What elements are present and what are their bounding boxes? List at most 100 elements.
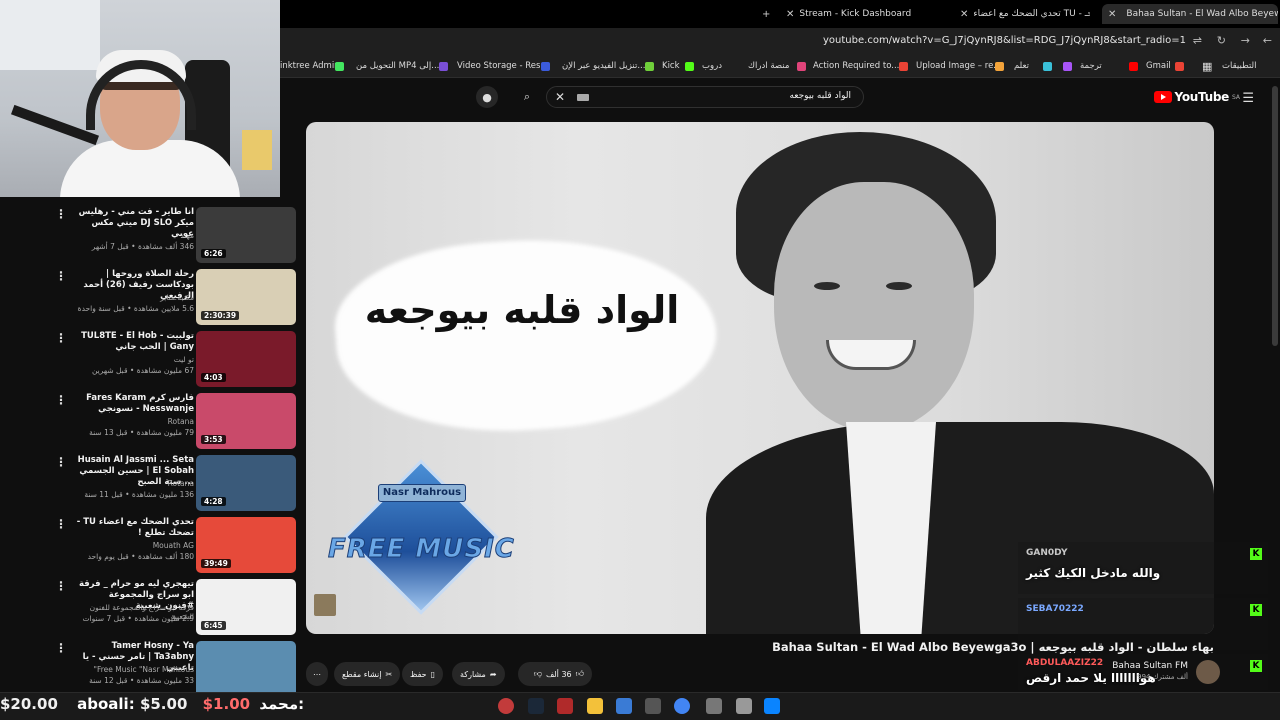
- rec-channel: Mouath AG: [152, 541, 194, 550]
- url-field[interactable]: youtube.com/watch?v=G_J7jQynRJ8&list=RDG…: [823, 35, 1186, 46]
- tune-icon[interactable]: ⇌: [1193, 34, 1202, 47]
- rec-duration: 4:28: [201, 497, 226, 506]
- youtube-logo[interactable]: YouTube SA: [1153, 90, 1240, 104]
- tab-kick-dashboard[interactable]: ✕ Stream - Kick Dashboard: [786, 4, 936, 24]
- share-button[interactable]: ➦ مشاركة: [452, 662, 505, 686]
- rec-meta: 2.9 مليون مشاهدة • قبل 7 سنوات: [82, 614, 194, 623]
- bookmark-item[interactable]: تعلم: [1014, 61, 1029, 71]
- bookmark-item[interactable]: Action Required to...: [813, 61, 899, 71]
- logo-text: FREE MUSIC: [328, 534, 515, 565]
- search-icon[interactable]: ⌕: [516, 86, 538, 108]
- record-icon[interactable]: [498, 698, 514, 714]
- bookmark-item[interactable]: Video Storage - Res...: [457, 61, 549, 71]
- channel-info[interactable]: Bahaa Sultan FM 994 ألف مشترك: [1070, 660, 1220, 684]
- new-tab-button[interactable]: +: [762, 4, 770, 24]
- like-icon[interactable]: 👍︎: [576, 669, 584, 679]
- bookmark-item[interactable]: Gmail: [1146, 61, 1171, 71]
- bookmark-item[interactable]: Kick: [662, 61, 680, 71]
- tab-label: Bahaa Sultan - El Wad Albo Beyewga3o: [1126, 9, 1278, 19]
- rec-title: فارس كرم Fares Karam Nesswanje - نسونجي: [86, 393, 194, 414]
- ticker-amount: $1.00: [202, 695, 251, 713]
- more-options-icon[interactable]: ⋮: [55, 269, 67, 283]
- close-icon[interactable]: ✕: [960, 9, 968, 20]
- bookmark-item[interactable]: دروب: [702, 61, 722, 71]
- chrome-icon[interactable]: [674, 698, 690, 714]
- kick-icon: [685, 62, 694, 71]
- more-options-icon[interactable]: ⋮: [55, 517, 67, 531]
- list-item[interactable]: ⋮ تحدي الضحك مع اعضاء TU - تضحك تطلع ! M…: [0, 507, 300, 573]
- bookmark-item[interactable]: inktree Admin: [280, 61, 340, 71]
- rec-duration: 6:45: [201, 621, 226, 630]
- rec-meta: 136 مليون مشاهدة • قبل 11 سنة: [84, 490, 194, 499]
- back-icon[interactable]: ←: [1263, 34, 1272, 47]
- list-item[interactable]: ⋮ رحلة الصلاة وروحها | بودكاست رفيف (26)…: [0, 259, 300, 325]
- video-title: Bahaa Sultan - El Wad Albo Beyewga3o | ب…: [772, 640, 1214, 654]
- bookmark-item[interactable]: Upload Image – re...: [916, 61, 1001, 71]
- tab-active-video[interactable]: ✕ Bahaa Sultan - El Wad Albo Beyewga3o: [1102, 4, 1278, 24]
- reload-icon[interactable]: ↻: [1217, 34, 1226, 47]
- screen: + ✕ Stream - Kick Dashboard ✕ تحدي الضحك…: [0, 0, 1280, 720]
- list-item[interactable]: ⋮ فارس كرم Fares Karam Nesswanje - نسونج…: [0, 383, 300, 449]
- kick-icon: K: [1250, 604, 1262, 616]
- list-item[interactable]: ⋮ تولبيت - TUL8TE - El Hob Gany | الحب ج…: [0, 321, 300, 387]
- save-label: حفظ: [410, 669, 427, 679]
- close-icon[interactable]: ✕: [1108, 9, 1116, 20]
- chat-message: GAN0DY K والله مادخل الكيك كثير: [1018, 542, 1268, 594]
- more-actions-button[interactable]: ⋯: [306, 662, 328, 686]
- steam-icon[interactable]: [528, 698, 544, 714]
- channel-name[interactable]: Bahaa Sultan FM: [1112, 661, 1188, 671]
- like-dislike-group[interactable]: 👍︎ 36 ألف 👎︎: [518, 662, 592, 686]
- more-options-icon[interactable]: ⋮: [55, 331, 67, 345]
- menu-icon[interactable]: ☰: [1242, 91, 1254, 106]
- voicemod-icon[interactable]: [557, 698, 573, 714]
- tab-youtube-tu[interactable]: ✕ تحدي الضحك مع اعضاء TU - تحـ: [960, 4, 1090, 24]
- list-item[interactable]: ⋮ Husain Al Jassmi ... Seta El Sobah | ح…: [0, 445, 300, 511]
- more-options-icon[interactable]: ⋮: [55, 393, 67, 407]
- avatar[interactable]: [1196, 660, 1220, 684]
- list-item[interactable]: ⋮ Tamer Hosny - Ya Ta3abny | تامر حسني -…: [0, 631, 300, 692]
- rec-duration: 6:26: [201, 249, 226, 258]
- app-icon[interactable]: [706, 698, 722, 714]
- scrollbar[interactable]: [1272, 86, 1278, 346]
- folder-icon[interactable]: [587, 698, 603, 714]
- bookmark-icon: ▯: [430, 669, 435, 679]
- bookmark-item[interactable]: منصة ادراك: [748, 61, 789, 71]
- close-icon[interactable]: ✕: [786, 9, 794, 20]
- bookmark-item[interactable]: التحويل من MP4 إلى...: [356, 61, 439, 71]
- rec-title: تولبيت - TUL8TE - El Hob Gany | الحب جان…: [81, 331, 194, 352]
- bookmark-item[interactable]: تنزيل الفيديو عبر الإن...: [562, 61, 645, 71]
- app-icon[interactable]: [736, 698, 752, 714]
- video-overlay-title: الواد قلبه بيوجعه: [364, 288, 680, 332]
- save-button[interactable]: ▯ حفظ: [402, 662, 443, 686]
- search-input[interactable]: ✕ الواد قلبه بيوجعه: [546, 86, 864, 108]
- chat-username: GAN0DY: [1026, 548, 1068, 558]
- rec-meta: 79 مليون مشاهدة • قبل 13 سنة: [89, 428, 194, 437]
- bookmark-item[interactable]: التطبيقات: [1222, 61, 1257, 71]
- donation-ticker: $20.00 aboali: $5.00 $1.00 محمد:: [0, 695, 304, 713]
- more-options-icon[interactable]: ⋮: [55, 207, 67, 221]
- kick-icon: K: [1250, 660, 1262, 672]
- store-icon[interactable]: [616, 698, 632, 714]
- gmail-icon: [899, 62, 908, 71]
- more-options-icon[interactable]: ⋮: [55, 641, 67, 655]
- share-label: مشاركة: [460, 669, 486, 679]
- windows-icon[interactable]: [764, 698, 780, 714]
- keyboard-icon[interactable]: [577, 94, 589, 101]
- forward-icon[interactable]: →: [1241, 34, 1250, 47]
- rec-thumbnail[interactable]: [196, 641, 296, 692]
- bookmark-item[interactable]: ترجمة: [1080, 61, 1102, 71]
- clear-icon[interactable]: ✕: [555, 90, 565, 104]
- rec-title: تحدي الضحك مع اعضاء TU - تضحك تطلع !: [76, 517, 194, 538]
- clip-button[interactable]: ✂ إنشاء مقطع: [334, 662, 401, 686]
- ticker-amount: $20.00: [0, 695, 58, 713]
- app-icon[interactable]: [645, 698, 661, 714]
- linktree-icon: [335, 62, 344, 71]
- more-options-icon[interactable]: ⋮: [55, 579, 67, 593]
- more-options-icon[interactable]: ⋮: [55, 455, 67, 469]
- apps-grid-icon[interactable]: ▦: [1202, 60, 1212, 73]
- mic-icon[interactable]: ●: [476, 86, 498, 108]
- list-item[interactable]: ⋮ انا طاير - فت مني - رهليس ميكر DJ SLO …: [0, 197, 300, 263]
- list-item[interactable]: ⋮ تيهجري ليه مو حرام _ فرقة ابو سراج وال…: [0, 569, 300, 635]
- dislike-icon[interactable]: 👎︎: [534, 669, 542, 679]
- rec-channel: Rotana: [167, 479, 194, 488]
